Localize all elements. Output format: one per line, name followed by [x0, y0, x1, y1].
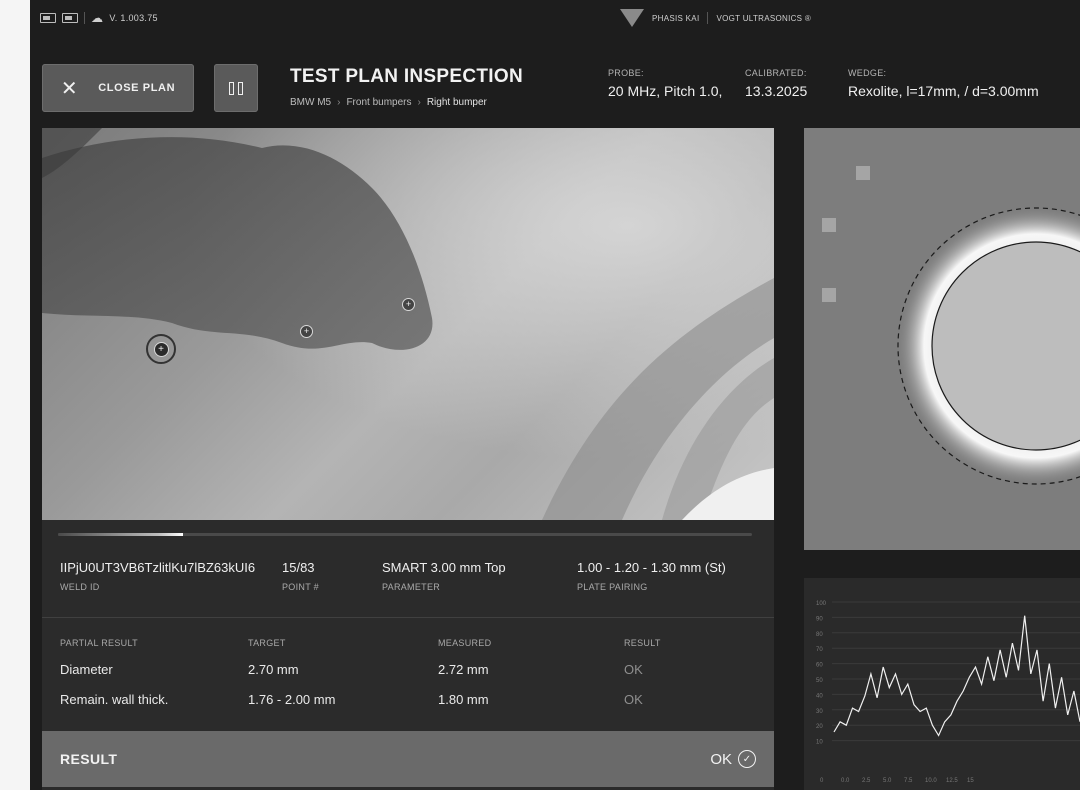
y-tick-label: 60: [816, 663, 823, 669]
y-tick-label: 90: [816, 616, 823, 622]
camera-image: [42, 128, 774, 520]
plus-icon: +: [153, 341, 169, 357]
breadcrumb-item: Right bumper: [426, 97, 487, 108]
chevron-right-icon: ›: [417, 97, 421, 108]
table-cell-measured: 2.72 mm: [438, 662, 489, 677]
breadcrumb: BMW M5 › Front bumpers › Right bumper: [290, 97, 487, 108]
table-cell-target: 1.76 - 2.00 mm: [248, 692, 336, 707]
plate-pairing-label: PLATE PAIRING: [577, 582, 648, 592]
point-field: 15/83 POINT #: [282, 560, 319, 592]
brand-app-name: PHASIS KAI: [652, 13, 700, 23]
calibrated-value: 13.3.2025: [745, 83, 808, 99]
y-tick-label: 80: [816, 632, 823, 638]
version-label: V. 1.003.75: [109, 13, 158, 23]
table-cell-result: OK: [624, 662, 643, 677]
probe-label: PROBE:: [608, 68, 644, 78]
col-header-measured: MEASURED: [438, 638, 492, 648]
divider: [84, 12, 85, 24]
y-tick-label: 30: [816, 709, 823, 715]
close-plan-button[interactable]: ✕ CLOSE PLAN: [42, 64, 194, 112]
weld-point-marker-active[interactable]: +: [146, 334, 176, 364]
plate-pairing-field: 1.00 - 1.20 - 1.30 mm (St) PLATE PAIRING: [577, 560, 726, 592]
plate-pairing-value: 1.00 - 1.20 - 1.30 mm (St): [577, 560, 726, 575]
x-tick-label: 10.0: [925, 778, 937, 784]
ultrasonic-c-scan-view[interactable]: [804, 128, 1080, 550]
cloud-upload-icon: ☁: [91, 11, 104, 25]
scan-image: [896, 206, 1080, 486]
probe-value: 20 MHz, Pitch 1.0,: [608, 83, 723, 99]
divider: [707, 12, 709, 24]
breadcrumb-item[interactable]: BMW M5: [290, 97, 331, 108]
a-scan-graph: 100 90 80 70 60 50 40 30 20 10 0 0.0 2.5 5.0 7.5 10.0 12…: [804, 578, 1080, 790]
chevron-right-icon: ›: [337, 97, 341, 108]
check-circle-icon: ✓: [738, 750, 756, 768]
result-label: RESULT: [60, 751, 118, 767]
weld-point-marker[interactable]: +: [300, 325, 313, 338]
wedge-label: WEDGE:: [848, 68, 887, 78]
parameter-field: SMART 3.00 mm Top PARAMETER: [382, 560, 506, 592]
brand-logo-icon: [620, 9, 644, 27]
col-header-partial-result: PARTIAL RESULT: [60, 638, 138, 648]
y-tick-label: 10: [816, 740, 823, 746]
x-tick-label: 0.0: [841, 778, 850, 784]
status-bar: ☁ V. 1.003.75 PHASIS KAI VOGT ULTRASONIC…: [30, 0, 1080, 36]
y-tick-label: 40: [816, 693, 823, 699]
close-plan-label: CLOSE PLAN: [98, 82, 176, 94]
inspection-progress-bar: [58, 533, 752, 536]
weld-point-marker[interactable]: +: [402, 298, 415, 311]
camera-view[interactable]: + + +: [42, 128, 774, 520]
probe-info: PROBE: 20 MHz, Pitch 1.0,: [608, 68, 722, 99]
result-status: OK ✓: [710, 750, 756, 768]
wedge-info: WEDGE: Rexolite, l=17mm, / d=3.00mm: [848, 68, 1039, 99]
battery-icon: [40, 13, 56, 23]
table-cell-name: Remain. wall thick.: [60, 692, 169, 707]
y-tick-label: 20: [816, 724, 823, 730]
col-header-result: RESULT: [624, 638, 661, 648]
point-value: 15/83: [282, 560, 315, 575]
table-cell-measured: 1.80 mm: [438, 692, 489, 707]
y-tick-label: 70: [816, 647, 823, 653]
plus-icon: +: [402, 298, 415, 311]
parameter-value: SMART 3.00 mm Top: [382, 560, 506, 575]
header: ✕ CLOSE PLAN TEST PLAN INSPECTION BMW M5…: [30, 36, 1080, 128]
progress-fill: [58, 533, 183, 536]
calibrated-info: CALIBRATED: 13.3.2025: [745, 68, 807, 99]
divider: [42, 617, 774, 618]
plus-icon: +: [300, 325, 313, 338]
pause-icon: [229, 81, 243, 95]
battery-icon: [62, 13, 78, 23]
overall-result-bar: RESULT OK ✓: [42, 731, 774, 787]
x-tick-label: 12.5: [946, 778, 958, 784]
weld-id-value: IIPjU0UT3VB6TzlitlKu7lBZ63kUI6: [60, 560, 256, 575]
wedge-value: Rexolite, l=17mm, / d=3.00mm: [848, 83, 1039, 99]
point-label: POINT #: [282, 582, 319, 592]
table-cell-target: 2.70 mm: [248, 662, 299, 677]
signal-series-line: [833, 615, 1080, 737]
inspection-info-panel: IIPjU0UT3VB6TzlitlKu7lBZ63kUI6 WELD ID 1…: [42, 520, 774, 790]
graph-svg: 1009080706050403020100 0.0 2.5 5.0 7.5 10.0 12…: [816, 601, 1080, 784]
brand-company: VOGT ULTRASONICS ®: [716, 13, 812, 23]
weld-id-label: WELD ID: [60, 582, 100, 592]
y-tick-label: 100: [816, 601, 827, 607]
x-tick-label: 2.5: [862, 778, 871, 784]
table-cell-name: Diameter: [60, 662, 113, 677]
x-tick-label: 5.0: [883, 778, 892, 784]
table-cell-result: OK: [624, 692, 643, 707]
page-title: TEST PLAN INSPECTION: [290, 66, 523, 87]
breadcrumb-item[interactable]: Front bumpers: [346, 97, 411, 108]
pause-button[interactable]: [214, 64, 258, 112]
calibrated-label: CALIBRATED:: [745, 68, 807, 78]
col-header-target: TARGET: [248, 638, 286, 648]
y-tick-label: 50: [816, 678, 823, 684]
x-tick-label: 0: [820, 778, 824, 784]
x-tick-label: 15: [967, 778, 974, 784]
result-value: OK: [710, 750, 732, 768]
weld-id-field: IIPjU0UT3VB6TzlitlKu7lBZ63kUI6 WELD ID: [60, 560, 255, 592]
x-tick-label: 7.5: [904, 778, 913, 784]
close-icon: ✕: [60, 77, 79, 100]
parameter-label: PARAMETER: [382, 582, 441, 592]
app-window: ☁ V. 1.003.75 PHASIS KAI VOGT ULTRASONIC…: [30, 0, 1080, 790]
